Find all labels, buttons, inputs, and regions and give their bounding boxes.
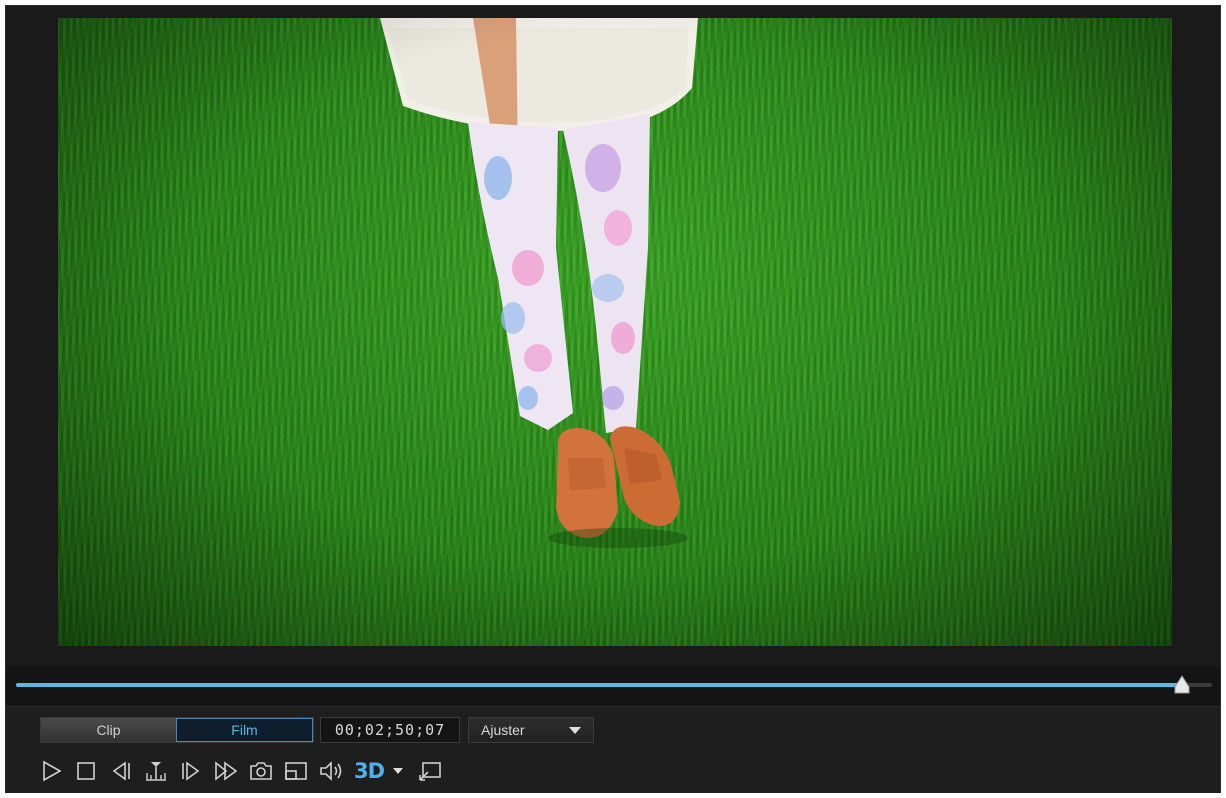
split-button[interactable] bbox=[141, 756, 171, 786]
preview-player: Clip Film 00;02;50;07 Ajuster 3D bbox=[5, 5, 1221, 793]
chevron-down-icon bbox=[393, 768, 403, 774]
fast-forward-icon bbox=[215, 761, 238, 781]
video-frame bbox=[58, 18, 1172, 646]
fast-forward-button[interactable] bbox=[211, 756, 241, 786]
preview-area bbox=[6, 6, 1220, 666]
previous-frame-icon bbox=[112, 761, 130, 781]
zoom-select-value: Ajuster bbox=[481, 722, 525, 738]
snapshot-button[interactable] bbox=[246, 756, 276, 786]
playback-toolbar: 3D bbox=[36, 755, 450, 787]
stop-button[interactable] bbox=[71, 756, 101, 786]
chevron-down-icon bbox=[569, 727, 581, 734]
previous-frame-button[interactable] bbox=[106, 756, 136, 786]
mode-toggle: Clip Film bbox=[40, 717, 314, 743]
split-icon bbox=[146, 762, 166, 781]
3d-options-dropdown[interactable] bbox=[389, 756, 407, 786]
undock-preview-button[interactable] bbox=[415, 756, 445, 786]
undock-icon bbox=[419, 762, 441, 781]
play-button[interactable] bbox=[36, 756, 66, 786]
volume-button[interactable] bbox=[316, 756, 346, 786]
display-size-icon bbox=[285, 762, 307, 780]
3d-icon: 3D bbox=[353, 759, 385, 783]
stop-icon bbox=[77, 762, 95, 780]
clip-mode-button[interactable]: Clip bbox=[41, 718, 176, 742]
timecode-display[interactable]: 00;02;50;07 bbox=[320, 717, 460, 743]
volume-icon bbox=[320, 761, 342, 781]
progress-fill bbox=[16, 683, 1183, 687]
progress-track[interactable] bbox=[16, 683, 1212, 687]
camera-icon bbox=[250, 762, 272, 780]
film-mode-button[interactable]: Film bbox=[176, 718, 313, 742]
3d-mode-button[interactable]: 3D bbox=[351, 756, 387, 786]
zoom-select[interactable]: Ajuster bbox=[468, 717, 594, 743]
timeline-scrubber[interactable] bbox=[6, 666, 1220, 706]
play-icon bbox=[43, 760, 62, 782]
player-controls: Clip Film 00;02;50;07 Ajuster 3D bbox=[6, 706, 1220, 793]
scrubber-handle[interactable] bbox=[1174, 675, 1190, 695]
next-frame-button[interactable] bbox=[176, 756, 206, 786]
display-size-button[interactable] bbox=[281, 756, 311, 786]
next-frame-icon bbox=[182, 761, 200, 781]
